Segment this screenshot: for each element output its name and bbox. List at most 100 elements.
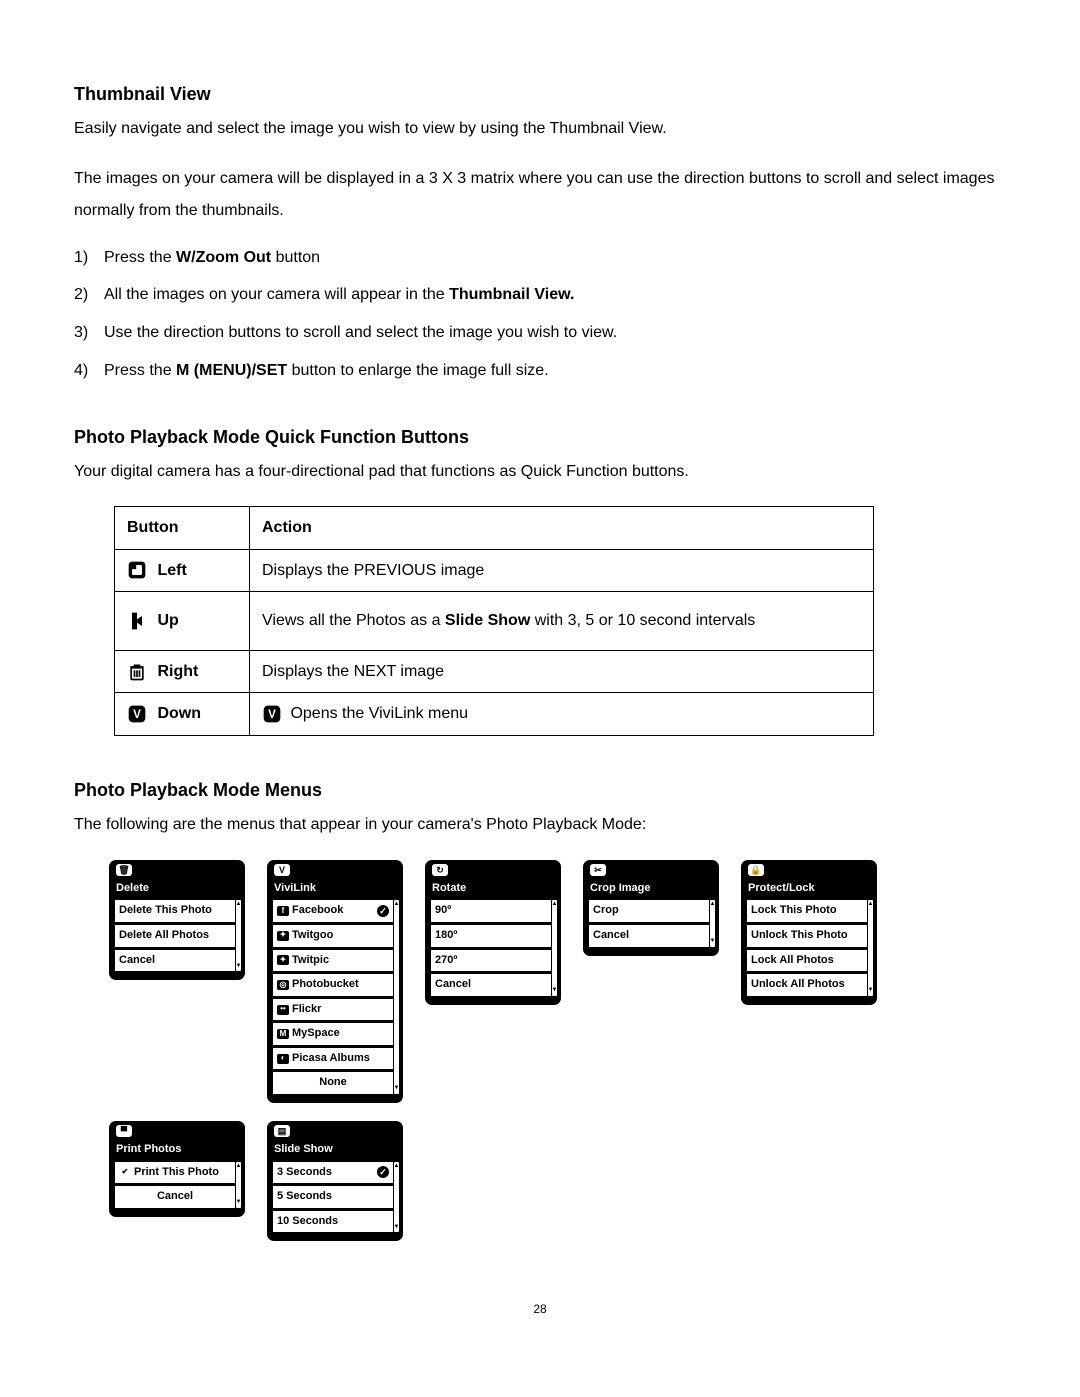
vivilink-icon: V — [127, 704, 147, 724]
table-row: Up Views all the Photos as a Slide Show … — [115, 592, 874, 651]
picasa-icon: ◐ — [277, 1054, 289, 1064]
twitpic-icon: ✦ — [277, 955, 289, 965]
menu-item: ✔Print This Photo — [114, 1161, 236, 1185]
menu-item: Delete All Photos — [114, 924, 236, 948]
menu-item: Cancel — [588, 924, 710, 948]
menu-slideshow: ▤ Slide Show 3 Seconds✓ 5 Seconds 10 Sec… — [268, 1122, 402, 1240]
vivilink-icon: V — [274, 864, 290, 876]
menu-title: Print Photos — [110, 1141, 244, 1161]
crop-icon: ✂ — [590, 864, 606, 876]
slideshow-icon: ▤ — [274, 1125, 290, 1137]
scrollbar: ▲▼ — [393, 1161, 400, 1234]
step-text: Press the M (MENU)/SET button to enlarge… — [104, 358, 1006, 384]
menu-item: 5 Seconds — [272, 1185, 394, 1209]
myspace-icon: M — [277, 1029, 289, 1039]
print-icon: ▀ — [116, 1125, 132, 1137]
delete-icon: 🗑 — [116, 864, 132, 876]
paragraph: Your digital camera has a four-direction… — [74, 456, 1006, 488]
menu-item: Cancel — [430, 973, 552, 997]
menu-protect: 🔒 Protect/Lock Lock This Photo Unlock Th… — [742, 861, 876, 1004]
menu-rotate: ↻ Rotate 90º 180º 270º Cancel ▲▼ — [426, 861, 560, 1004]
table-row: Left Displays the PREVIOUS image — [115, 549, 874, 592]
step-text: All the images on your camera will appea… — [104, 282, 1006, 308]
menu-item: fFacebook✓ — [272, 899, 394, 923]
table-header-action: Action — [250, 506, 874, 549]
table-header-button: Button — [115, 506, 250, 549]
paragraph: The following are the menus that appear … — [74, 809, 1006, 841]
menu-item: ✦Twitgoo — [272, 924, 394, 948]
action-text: Displays the PREVIOUS image — [250, 549, 874, 592]
table-row: Right Displays the NEXT image — [115, 650, 874, 693]
step-3: 3) Use the direction buttons to scroll a… — [74, 320, 1006, 346]
twitgoo-icon: ✦ — [277, 931, 289, 941]
menu-title: Crop Image — [584, 880, 718, 900]
heading-quick-function-buttons: Photo Playback Mode Quick Function Butto… — [74, 423, 1006, 452]
menu-title: ViviLink — [268, 880, 402, 900]
menu-title: Protect/Lock — [742, 880, 876, 900]
menu-item: Lock All Photos — [746, 949, 868, 973]
rotate-icon: ↻ — [432, 864, 448, 876]
menu-row-1: 🗑 Delete Delete This Photo Delete All Ph… — [110, 861, 1006, 1102]
menu-item: None — [272, 1071, 394, 1095]
menu-item: Lock This Photo — [746, 899, 868, 923]
menu-vivilink: V ViviLink fFacebook✓ ✦Twitgoo ✦Twitpic … — [268, 861, 402, 1102]
menu-title: Delete — [110, 880, 244, 900]
photobucket-icon: ◎ — [277, 980, 289, 990]
action-text: V Opens the ViviLink menu — [250, 693, 874, 736]
menu-print: ▀ Print Photos ✔Print This Photo Cancel … — [110, 1122, 244, 1216]
step-2: 2) All the images on your camera will ap… — [74, 282, 1006, 308]
menu-item: Cancel — [114, 949, 236, 973]
menu-item: ◎Photobucket — [272, 973, 394, 997]
menu-item: Unlock This Photo — [746, 924, 868, 948]
svg-text:V: V — [133, 708, 141, 721]
vivilink-icon: V — [262, 704, 282, 724]
menu-delete: 🗑 Delete Delete This Photo Delete All Ph… — [110, 861, 244, 979]
menu-item: ✦Twitpic — [272, 949, 394, 973]
flickr-icon: •• — [277, 1005, 289, 1015]
scrollbar: ▲▼ — [235, 1161, 242, 1209]
menu-item: ◐Picasa Albums — [272, 1047, 394, 1071]
menu-title: Rotate — [426, 880, 560, 900]
step-number: 4) — [74, 358, 104, 384]
steps-list: 1) Press the W/Zoom Out button 2) All th… — [74, 245, 1006, 383]
menu-item: Crop — [588, 899, 710, 923]
scrollbar: ▲▼ — [867, 899, 874, 996]
previous-icon — [127, 560, 147, 580]
scrollbar: ▲▼ — [551, 899, 558, 996]
menu-row-2: ▀ Print Photos ✔Print This Photo Cancel … — [110, 1122, 1006, 1240]
facebook-icon: f — [277, 906, 289, 916]
quick-function-table: Button Action Left Displays the PREVIOUS… — [114, 506, 874, 736]
menu-item: Delete This Photo — [114, 899, 236, 923]
button-label: Up — [157, 612, 178, 629]
paragraph: Easily navigate and select the image you… — [74, 113, 1006, 145]
step-text: Press the W/Zoom Out button — [104, 245, 1006, 271]
step-number: 2) — [74, 282, 104, 308]
heading-thumbnail-view: Thumbnail View — [74, 80, 1006, 109]
button-label: Down — [157, 705, 201, 722]
delete-icon — [127, 662, 147, 682]
menu-item: 90º — [430, 899, 552, 923]
menu-item: 180º — [430, 924, 552, 948]
menu-item: MMySpace — [272, 1022, 394, 1046]
step-text: Use the direction buttons to scroll and … — [104, 320, 1006, 346]
step-number: 1) — [74, 245, 104, 271]
button-label: Right — [157, 663, 198, 680]
page-number: 28 — [74, 1300, 1006, 1319]
menu-item: 270º — [430, 949, 552, 973]
button-label: Left — [157, 562, 186, 579]
svg-text:V: V — [268, 708, 276, 721]
menu-crop: ✂ Crop Image Crop Cancel ▲▼ — [584, 861, 718, 955]
table-row: V Down V Opens the ViviLink menu — [115, 693, 874, 736]
paragraph: The images on your camera will be displa… — [74, 163, 1006, 227]
action-text: Views all the Photos as a Slide Show wit… — [250, 592, 874, 651]
menu-item: 10 Seconds — [272, 1210, 394, 1234]
menu-item: 3 Seconds✓ — [272, 1161, 394, 1185]
scrollbar: ▲▼ — [235, 899, 242, 972]
step-4: 4) Press the M (MENU)/SET button to enla… — [74, 358, 1006, 384]
print-icon: ✔ — [119, 1167, 131, 1177]
scrollbar: ▲▼ — [709, 899, 716, 947]
step-number: 3) — [74, 320, 104, 346]
check-icon: ✓ — [377, 1166, 389, 1178]
check-icon: ✓ — [377, 905, 389, 917]
heading-playback-menus: Photo Playback Mode Menus — [74, 776, 1006, 805]
